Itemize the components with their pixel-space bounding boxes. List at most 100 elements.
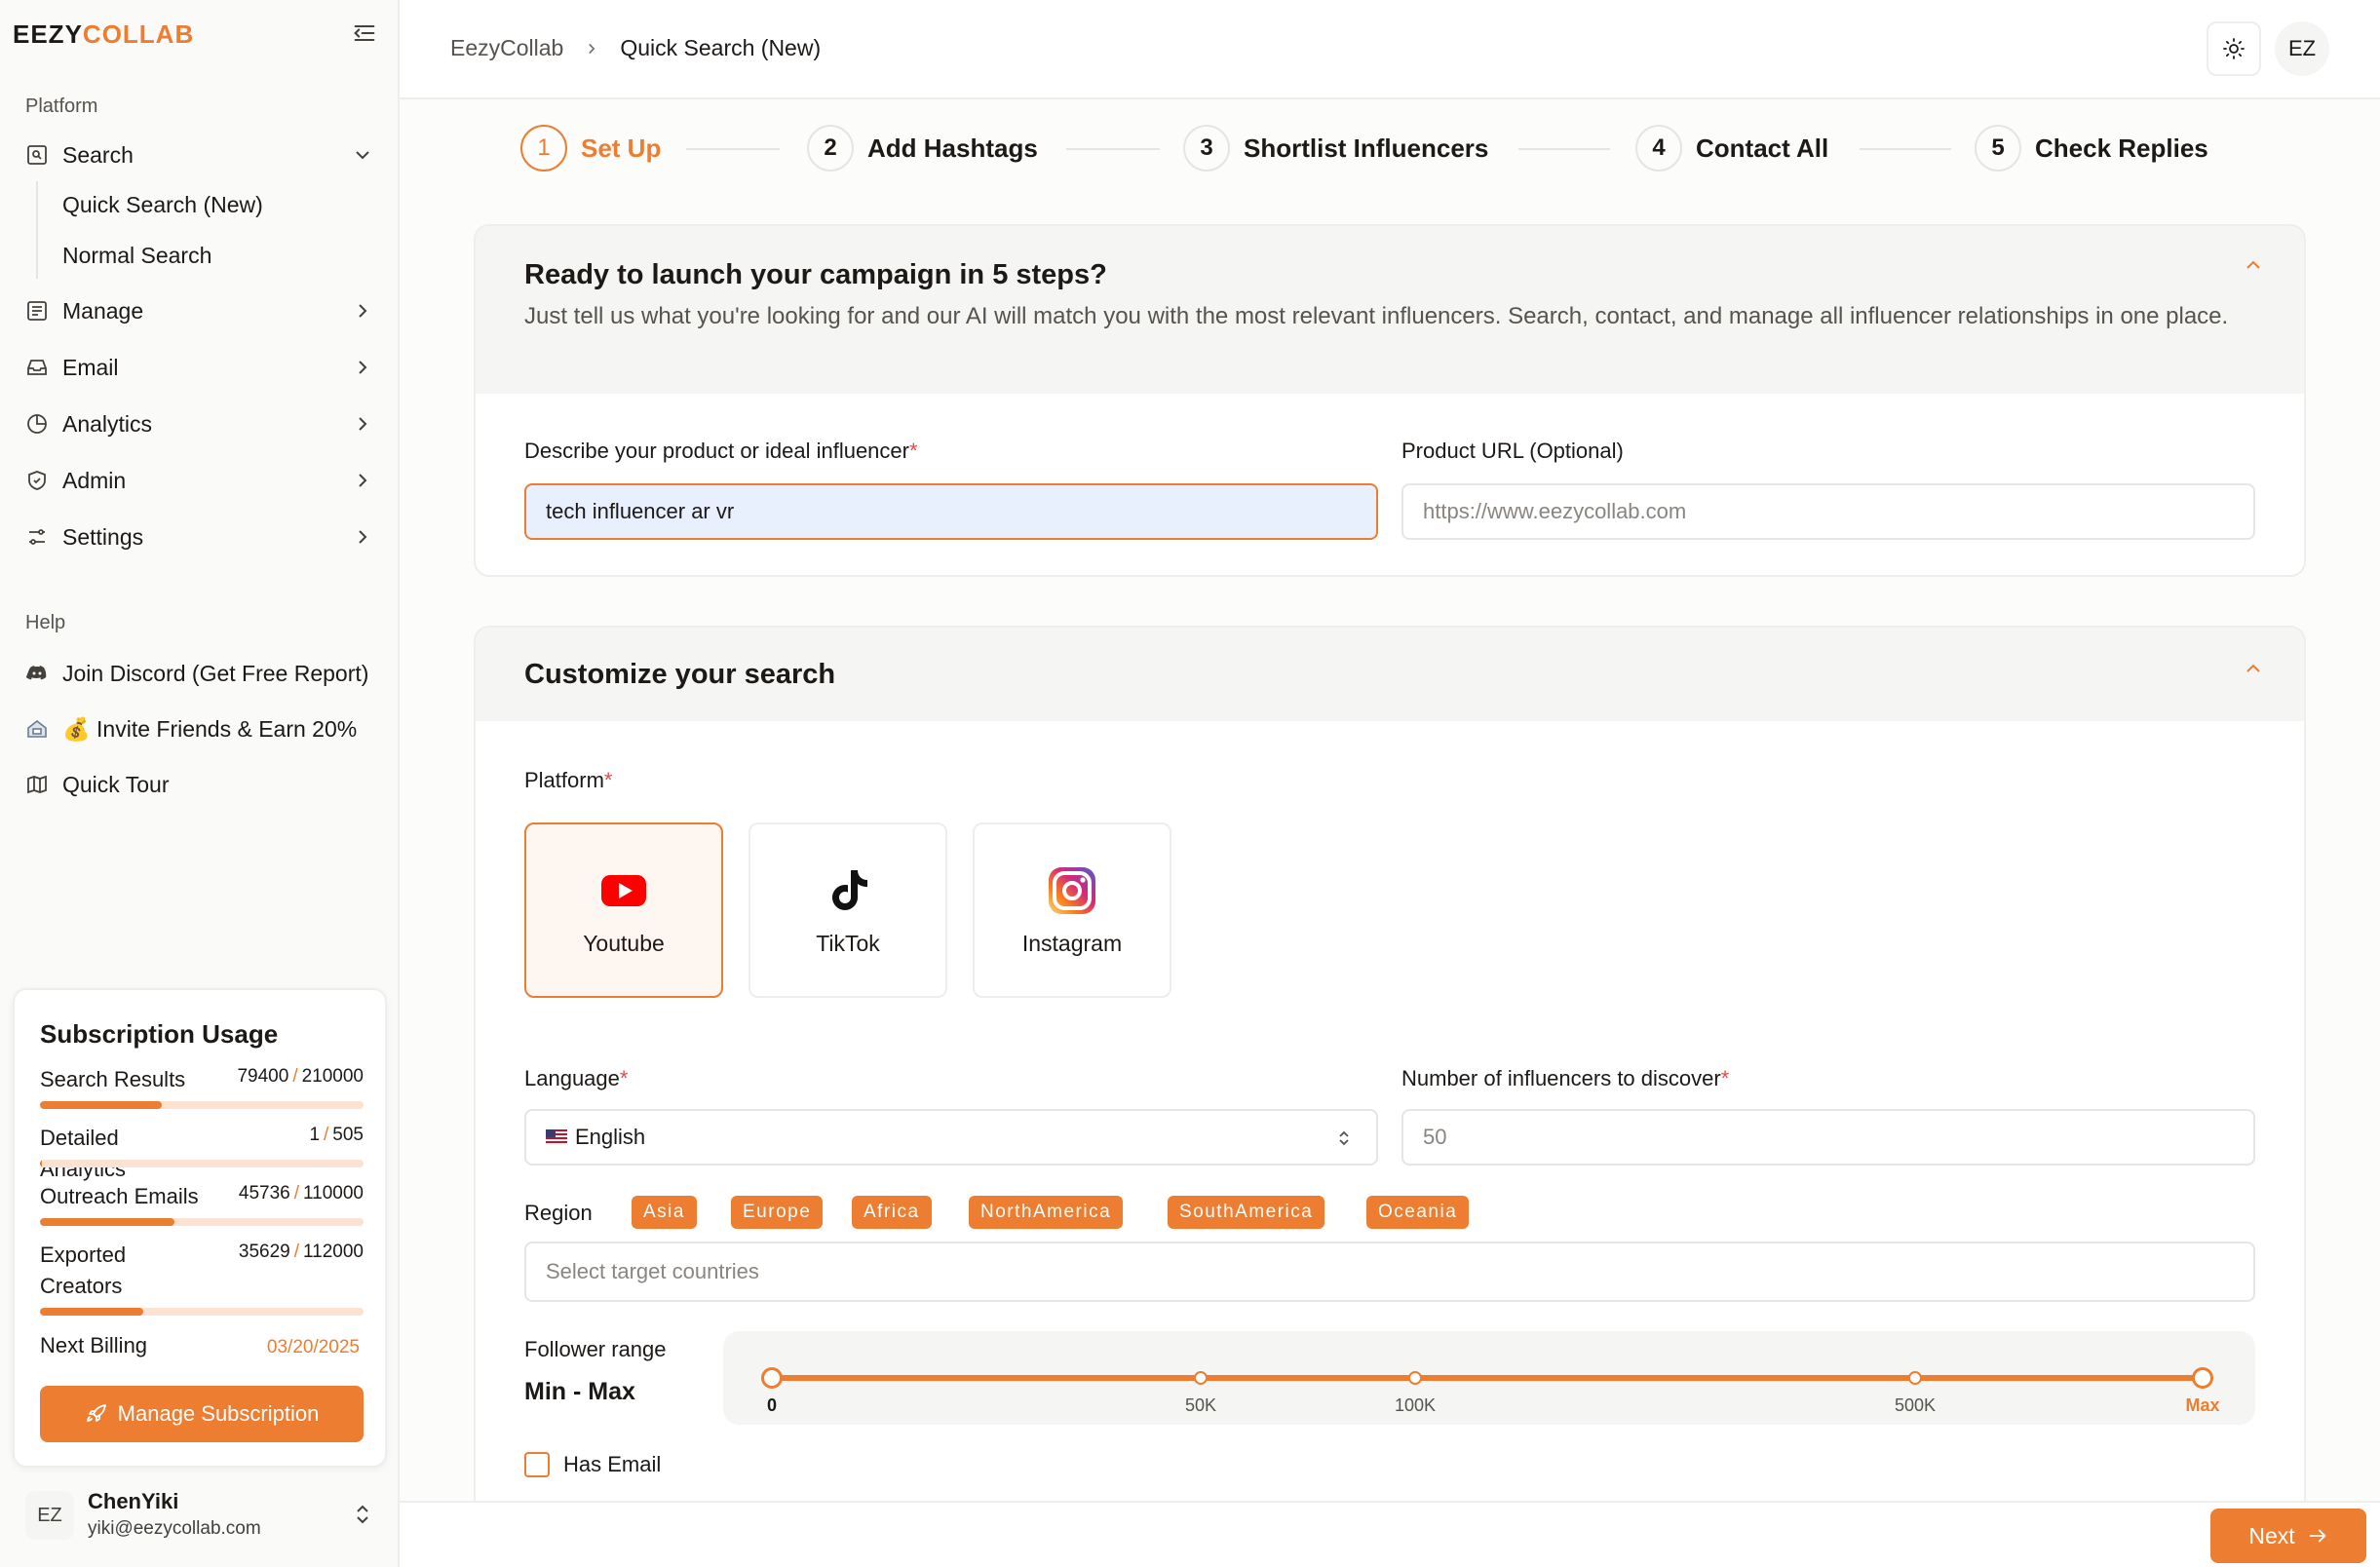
breadcrumb-item-home[interactable]: EezyCollab <box>450 35 563 61</box>
sidebar-subitem-normal-search[interactable]: Normal Search <box>62 243 211 269</box>
step-number: 2 <box>807 125 854 172</box>
theme-toggle-button[interactable] <box>2207 21 2261 76</box>
campaign-intro-card: Ready to launch your campaign in 5 steps… <box>474 224 2306 577</box>
usage-bar-exported-creators <box>40 1308 364 1316</box>
chevron-right-icon <box>589 43 595 54</box>
chevron-up-icon[interactable] <box>2242 657 2265 680</box>
chevrons-up-down-icon <box>1339 1130 1349 1146</box>
platform-option-instagram[interactable]: Instagram <box>973 822 1171 998</box>
sidebar-item-discord[interactable]: Join Discord (Get Free Report) <box>25 652 374 695</box>
sidebar-item-search[interactable]: Search <box>25 134 374 176</box>
region-chip-north-america[interactable]: NorthAmerica <box>969 1196 1124 1229</box>
sidebar-item-analytics[interactable]: Analytics <box>25 402 374 445</box>
region-chip-africa[interactable]: Africa <box>852 1196 932 1229</box>
avatar[interactable]: EZ <box>2275 21 2329 76</box>
sidebar-item-label: Analytics <box>62 410 153 437</box>
user-email: yiki@eezycollab.com <box>88 1518 261 1539</box>
sidebar-item-label: Email <box>62 354 119 380</box>
sidebar-subitem-quick-search[interactable]: Quick Search (New) <box>62 192 263 218</box>
describe-label: Describe your product or ideal influence… <box>524 439 918 463</box>
next-label: Next <box>2248 1522 2295 1548</box>
chevron-right-icon <box>359 417 367 431</box>
platform-option-youtube[interactable]: Youtube <box>524 822 723 998</box>
help-section-label: Help <box>25 612 66 633</box>
target-countries-select[interactable]: Select target countries <box>524 1242 2255 1302</box>
submenu-divider <box>36 181 38 279</box>
step-shortlist-influencers[interactable]: 3 Shortlist Influencers <box>1183 125 1488 172</box>
chevron-right-icon <box>359 530 367 544</box>
slider-tick-dot <box>1194 1371 1208 1385</box>
usage-bar-outreach-emails <box>40 1218 364 1226</box>
sidebar-item-invite[interactable]: 💰 Invite Friends & Earn 20% <box>25 707 374 750</box>
sidebar-item-admin[interactable]: Admin <box>25 459 374 502</box>
inbox-icon <box>27 360 47 375</box>
follower-range-value: Min - Max <box>524 1378 635 1405</box>
influencer-count-input[interactable]: 50 <box>1401 1109 2255 1166</box>
product-url-label: Product URL (Optional) <box>1401 439 1624 463</box>
sidebar-item-settings[interactable]: Settings <box>25 516 374 558</box>
sidebar: EEZYCOLLAB Platform Search Quick Search … <box>0 0 400 1567</box>
region-chip-south-america[interactable]: SouthAmerica <box>1168 1196 1325 1229</box>
chevron-up-icon[interactable] <box>2242 253 2265 277</box>
customize-search-card: Customize your search Platform* Youtube … <box>474 626 2306 1567</box>
chevron-down-icon <box>356 151 369 160</box>
intro-card-title: Ready to launch your campaign in 5 steps… <box>524 259 1107 290</box>
platform-option-tiktok[interactable]: TikTok <box>749 822 947 998</box>
breadcrumb-item-current: Quick Search (New) <box>620 35 822 60</box>
usage-name: Detailed Analytics <box>40 1126 127 1181</box>
customize-card-header[interactable]: Customize your search <box>476 628 2304 721</box>
top-header: EezyCollab Quick Search (New) EZ <box>400 0 2380 99</box>
step-label: Shortlist Influencers <box>1244 133 1489 163</box>
usage-name: Exported Creators <box>40 1242 127 1298</box>
discord-icon <box>25 666 47 680</box>
region-chip-asia[interactable]: Asia <box>632 1196 697 1229</box>
intro-card-header[interactable]: Ready to launch your campaign in 5 steps… <box>476 226 2304 394</box>
subscription-title: Subscription Usage <box>40 1019 279 1049</box>
sidebar-item-label: Manage <box>62 297 144 324</box>
slider-tick-label: 100K <box>1394 1395 1437 1415</box>
slider-tick-label: 500K <box>1894 1395 1937 1415</box>
step-check-replies[interactable]: 5 Check Replies <box>1975 125 2208 172</box>
region-chip-europe[interactable]: Europe <box>731 1196 824 1229</box>
user-menu[interactable]: EZ ChenYiki yiki@eezycollab.com <box>25 1489 374 1544</box>
rocket-icon <box>86 1404 106 1422</box>
slider-track <box>772 1375 2203 1381</box>
map-icon <box>27 775 47 794</box>
sidebar-collapse-icon[interactable] <box>351 19 378 47</box>
app-logo[interactable]: EEZYCOLLAB <box>13 19 194 50</box>
step-contact-all[interactable]: 4 Contact All <box>1635 125 1828 172</box>
chevrons-up-down-icon <box>357 1505 368 1524</box>
next-button[interactable]: Next <box>2210 1509 2366 1563</box>
slider-tick-dot <box>1908 1371 1922 1385</box>
slider-handle-max[interactable] <box>2192 1367 2213 1389</box>
sidebar-item-quick-tour[interactable]: Quick Tour <box>25 763 374 806</box>
search-box-icon <box>27 145 47 165</box>
tiktok-icon <box>832 869 867 910</box>
region-chip-oceania[interactable]: Oceania <box>1366 1196 1470 1229</box>
language-select[interactable]: English <box>524 1109 1378 1166</box>
step-add-hashtags[interactable]: 2 Add Hashtags <box>807 125 1038 172</box>
region-label: Region <box>524 1201 593 1225</box>
manage-subscription-button[interactable]: Manage Subscription <box>40 1386 364 1442</box>
sidebar-item-manage[interactable]: Manage <box>25 289 374 332</box>
campaign-stepper: 1 Set Up 2 Add Hashtags 3 Shortlist Infl… <box>400 99 2380 197</box>
step-connector <box>686 148 780 150</box>
usage-value: 79400/210000 <box>237 1066 364 1087</box>
slider-handle-min[interactable] <box>761 1367 783 1389</box>
platform-name: TikTok <box>816 930 880 956</box>
usage-row-exported-creators: Exported Creators 35629/112000 <box>40 1240 364 1302</box>
usage-bar-detailed-analytics <box>40 1160 364 1167</box>
product-url-input[interactable]: https://www.eezycollab.com <box>1401 483 2255 540</box>
sliders-icon <box>29 529 45 545</box>
step-set-up[interactable]: 1 Set Up <box>520 125 661 172</box>
youtube-icon <box>601 874 646 906</box>
breadcrumb: EezyCollab Quick Search (New) <box>450 35 821 61</box>
sidebar-item-email[interactable]: Email <box>25 346 374 389</box>
step-label: Add Hashtags <box>867 133 1038 163</box>
follower-range-slider[interactable]: 0 50K 100K 500K Max <box>723 1331 2255 1425</box>
shield-icon <box>28 471 46 490</box>
usage-value: 45736/110000 <box>238 1183 364 1204</box>
language-value: English <box>575 1125 646 1149</box>
describe-input[interactable]: tech influencer ar vr <box>524 483 1378 540</box>
has-email-checkbox[interactable] <box>524 1452 550 1477</box>
